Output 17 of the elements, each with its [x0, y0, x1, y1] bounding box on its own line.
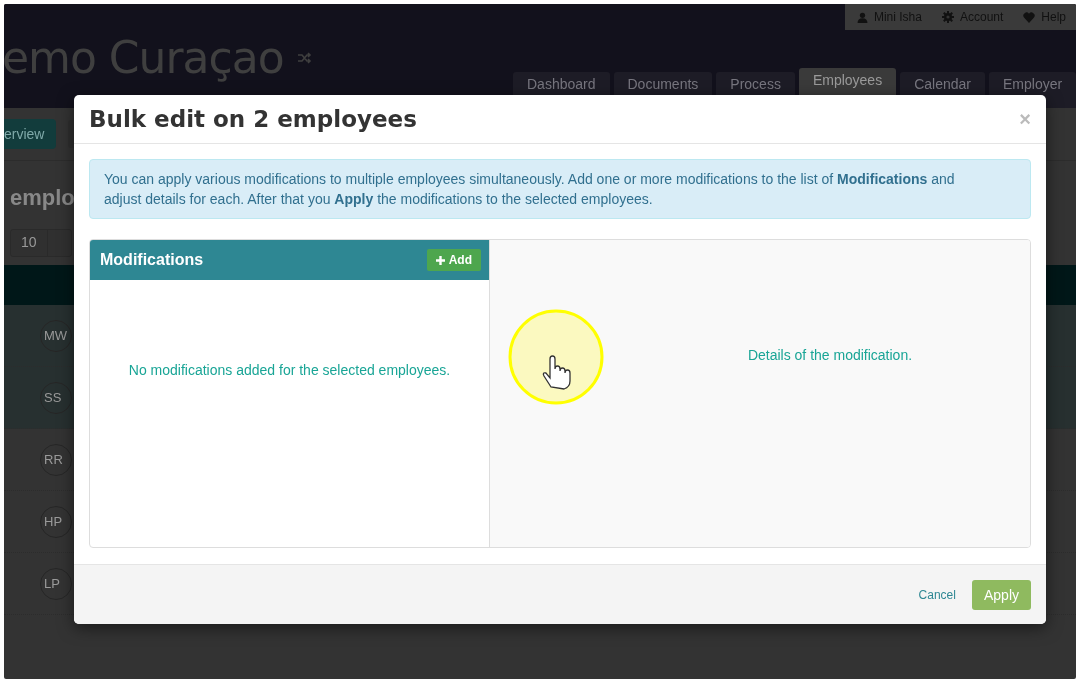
close-button[interactable]: × [1019, 109, 1031, 129]
cancel-link[interactable]: Cancel [918, 587, 956, 602]
settings-icon [941, 11, 954, 23]
apply-button[interactable]: Apply [971, 579, 1031, 610]
page-heading: emplo [9, 184, 75, 212]
empty-message: No modifications added for the selected employees. [128, 362, 451, 380]
details-placeholder: Details of the modification. [747, 347, 913, 365]
heart-icon [1023, 11, 1036, 23]
shuffle-icon [297, 51, 312, 64]
user-icon [856, 11, 868, 23]
panel-title: Modifications [100, 251, 204, 269]
page-size-select[interactable]: 10 [10, 229, 72, 257]
plus-icon [435, 255, 445, 265]
dialog-title: Bulk edit on 2 employees [89, 106, 417, 132]
add-button[interactable]: Add [426, 249, 481, 271]
info-message: You can apply various modifications to multiple employees simultaneously. Add one or more modifications to the list of Modifications and adjust details for each. After that you Apply the modifications to the selected employees. [89, 159, 1031, 219]
overview-tab[interactable]: erview [4, 119, 57, 149]
